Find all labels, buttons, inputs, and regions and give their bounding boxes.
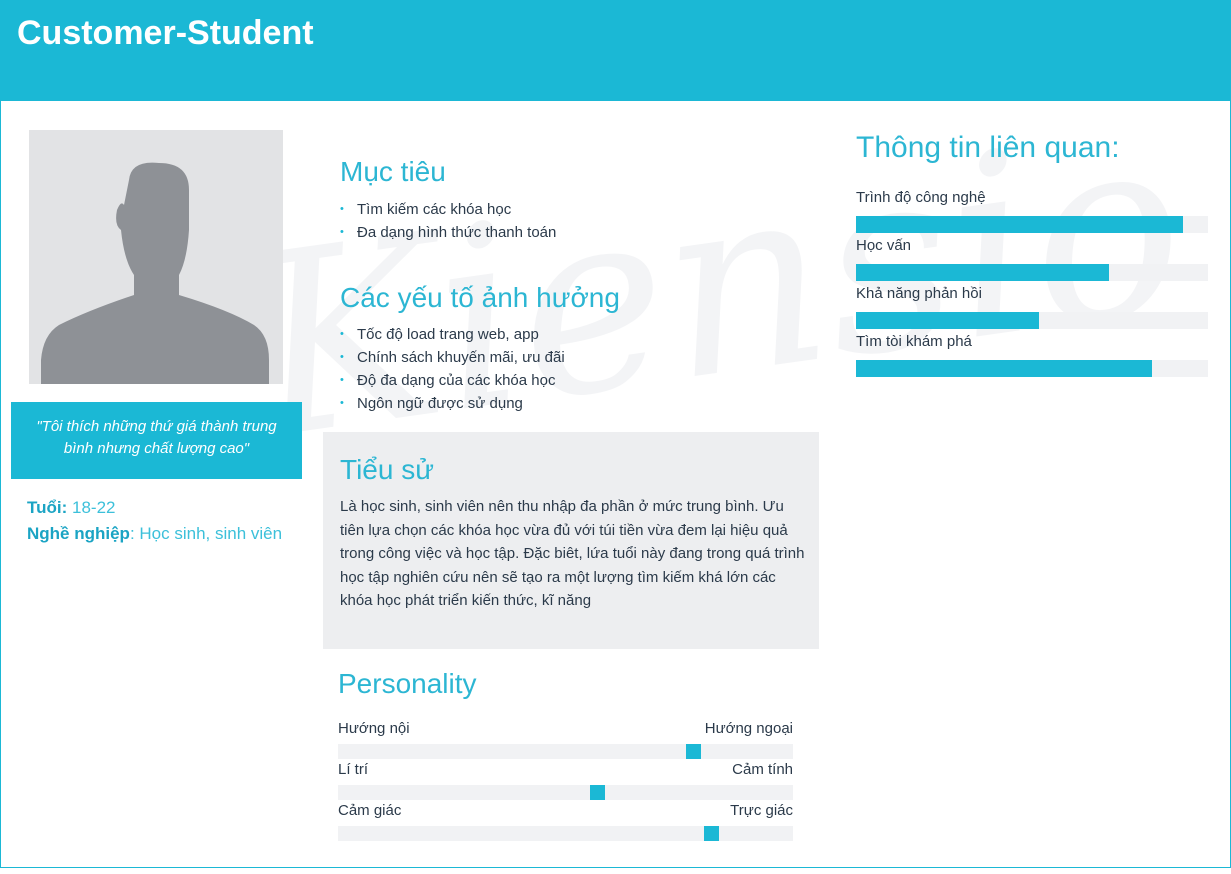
list-item: Tìm kiếm các khóa học [340,198,556,221]
related-bar-label: Học vấn [856,237,912,254]
age-value: 18-22 [72,498,116,517]
list-item: Độ đa dạng của các khóa học [340,369,565,392]
related-bar-fill [856,312,1040,329]
avatar [29,130,283,384]
related-bar-label: Khả năng phản hồi [856,285,982,302]
related-bar-track [856,216,1208,233]
related-bar-track [856,264,1208,281]
related-bar-track [856,360,1208,377]
bio-title: Tiểu sử [340,454,434,485]
trait-slider-thumb [704,826,720,841]
age-label: Tuổi: [27,498,68,517]
goals-list: Tìm kiếm các khóa học Đa dạng hình thức … [340,198,556,244]
bio-text: Là học sinh, sinh viên nên thu nhập đa p… [340,498,805,609]
related-bar-fill [856,216,1184,233]
trait-right-label: Cảm tính [732,761,793,778]
related-bar-track [856,312,1208,329]
list-item: Chính sách khuyến mãi, ưu đãi [340,346,565,369]
list-item: Tốc độ load trang web, app [340,323,565,346]
bio-section: Tiểu sử Là học sinh, sinh viên nên thu n… [323,432,819,649]
related-title: Thông tin liên quan: [856,131,1120,164]
trait-slider-track [338,785,793,800]
trait-right-label: Hướng ngoại [704,720,793,737]
related-bar-label: Tìm tòi khám phá [856,333,972,350]
job-label: Nghề nghiệp [27,524,130,543]
trait-left-label: Lí trí [338,761,369,778]
page-title: Customer-Student [17,14,314,52]
factors-list: Tốc độ load trang web, app Chính sách kh… [340,323,565,415]
goals-title: Mục tiêu [340,156,446,187]
job-value: : Học sinh, sinh viên [129,524,283,543]
person-silhouette-icon [41,162,269,384]
list-item: Ngôn ngữ được sử dụng [340,392,565,415]
trait-slider-thumb [590,785,606,800]
list-item: Đa dạng hình thức thanh toán [340,221,556,244]
trait-left-label: Cảm giác [338,802,402,819]
trait-slider-thumb [685,744,701,759]
factors-title: Các yếu tố ảnh hưởng [340,282,620,313]
trait-slider-track [338,826,793,841]
related-bar-fill [856,264,1110,281]
persona-quote: "Tôi thích những thứ giá thành trung bìn… [11,402,302,479]
related-bar-fill [856,360,1152,377]
persona-info: Tuổi: 18-22 Nghề nghiệp: Học sinh, sinh … [27,495,297,547]
trait-slider-track [338,744,793,759]
related-bar-label: Trình độ công nghệ [856,189,986,206]
header: Customer-Student [0,0,1231,101]
personality-title: Personality [338,668,477,699]
trait-right-label: Trực giác [730,802,793,819]
trait-left-label: Hướng nội [338,720,410,737]
